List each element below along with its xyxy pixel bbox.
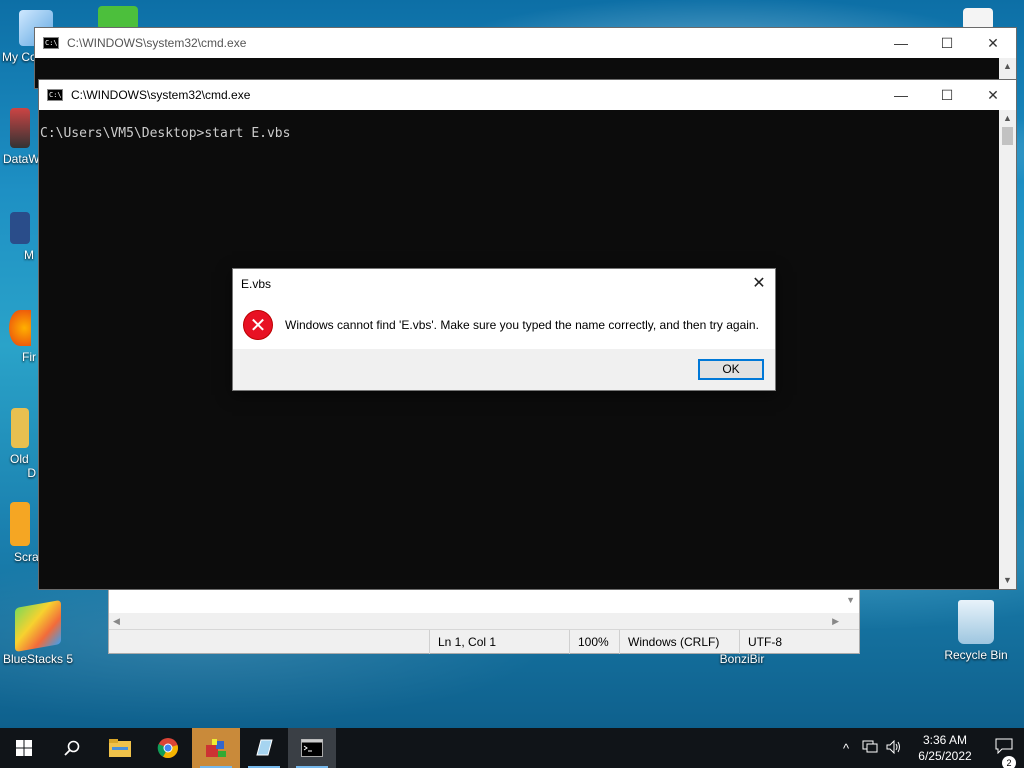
desktop-icon-old-folder[interactable]: Old D [0,408,40,480]
chevron-down-icon[interactable]: ▼ [999,572,1016,589]
start-button[interactable] [0,728,48,768]
minimize-button[interactable]: — [878,28,924,58]
desktop-icon-scratch[interactable]: Scrat [0,502,43,564]
desktop-icon-label: D [27,466,36,480]
notification-badge: 2 [1002,755,1016,768]
clock-date: 6/25/2022 [918,749,972,763]
chevron-left-icon[interactable]: ◀ [113,613,120,630]
taskbar-file-explorer[interactable] [96,728,144,768]
error-icon: ✕ [243,310,273,340]
cmd-icon: C:\ [43,37,59,49]
dialog-message: Windows cannot find 'E.vbs'. Make sure y… [285,318,759,332]
dialog-close-button[interactable]: ✕ [743,269,775,299]
notepad-window[interactable]: ▼ ◀ ▶ Ln 1, Col 1 100% Windows (CRLF) UT… [108,580,860,654]
vertical-scrollbar[interactable]: ▲ ▼ [999,110,1016,589]
clock-time: 3:36 AM [922,733,968,747]
taskbar: ^ 3:36 AM 6/25/2022 2 [0,728,1024,768]
notepad-icon [256,739,273,756]
maximize-button[interactable]: ☐ [924,28,970,58]
close-button[interactable]: ✕ [970,28,1016,58]
desktop-icon-label: Scrat [14,550,43,564]
taskbar-cmd[interactable] [288,728,336,768]
search-button[interactable] [48,728,96,768]
taskbar-app-blocks[interactable] [192,728,240,768]
horizontal-scrollbar[interactable]: ◀ ▶ [109,613,859,630]
status-spacer [109,630,429,654]
taskbar-notepad[interactable] [240,728,288,768]
dataw-icon [10,108,30,148]
desktop-icon-firefox[interactable]: Fir [0,310,40,364]
window-title: C:\WINDOWS\system32\cmd.exe [67,36,247,50]
title-bar[interactable]: C:\ C:\WINDOWS\system32\cmd.exe — ☐ ✕ [39,80,1016,110]
taskbar-clock[interactable]: 3:36 AM 6/25/2022 [906,732,984,764]
desktop-icon-recycle-bin[interactable]: Recycle Bin [938,600,1014,662]
error-dialog[interactable]: E.vbs ✕ ✕ Windows cannot find 'E.vbs'. M… [232,268,776,391]
cmd-icon: C:\ [47,89,63,101]
volume-icon[interactable] [882,739,906,757]
desktop-icon-m[interactable]: M [0,212,40,262]
recycle-bin-icon [958,600,994,644]
title-bar[interactable]: C:\ C:\WINDOWS\system32\cmd.exe — ☐ ✕ [35,28,1016,58]
chevron-down-icon[interactable]: ▼ [846,595,855,605]
search-icon [64,740,80,756]
cmd-icon [301,739,323,757]
window-title: C:\WINDOWS\system32\cmd.exe [71,88,251,102]
dialog-title: E.vbs [241,277,272,291]
dialog-footer: OK [233,349,775,390]
windows-logo-icon [16,740,32,756]
chevron-up-icon[interactable]: ▲ [999,58,1016,75]
network-icon[interactable] [858,740,882,757]
desktop-icon-label: Fir [22,350,36,364]
bluestacks-icon [15,599,61,653]
folder-icon [109,739,131,757]
close-button[interactable]: ✕ [970,80,1016,110]
chevron-right-icon[interactable]: ▶ [832,613,839,630]
desktop-icon-bonzibir[interactable]: BonziBir [706,652,778,666]
chevron-up-icon[interactable]: ^ [834,741,858,756]
notification-icon [995,738,1013,754]
desktop-icon-label: M [24,248,34,262]
desktop-icon-label: BonziBir [719,652,765,666]
status-zoom: 100% [569,630,619,654]
scratch-icon [10,502,30,546]
action-center-button[interactable]: 2 [984,738,1024,768]
system-tray: ^ 3:36 AM 6/25/2022 2 [834,728,1024,768]
dialog-title-bar[interactable]: E.vbs ✕ [233,269,775,299]
status-encoding: UTF-8 [739,630,859,654]
firefox-icon [9,310,31,346]
minimize-button[interactable]: — [878,80,924,110]
desktop-icon-label: BlueStacks 5 [2,652,74,666]
status-position: Ln 1, Col 1 [429,630,569,654]
maximize-button[interactable]: ☐ [924,80,970,110]
status-line-ending: Windows (CRLF) [619,630,739,654]
notepad-status-bar: Ln 1, Col 1 100% Windows (CRLF) UTF-8 [109,629,859,654]
dialog-body: ✕ Windows cannot find 'E.vbs'. Make sure… [233,299,775,351]
scrollbar-thumb[interactable] [1002,127,1013,145]
desktop-icon-dataw[interactable]: DataW [0,108,40,166]
chevron-up-icon[interactable]: ▲ [999,110,1016,127]
ok-button[interactable]: OK [698,359,764,380]
desktop-icon-label: DataW [3,152,40,166]
desktop-icon-label: Recycle Bin [944,648,1008,662]
desktop-icon-label: Old [10,452,29,466]
chrome-icon [157,738,178,759]
m-app-icon [10,212,30,244]
taskbar-chrome[interactable] [144,728,192,768]
folder-icon [11,408,29,448]
desktop-icon-bluestacks[interactable]: BlueStacks 5 [2,599,74,666]
blocks-app-icon [206,739,226,757]
